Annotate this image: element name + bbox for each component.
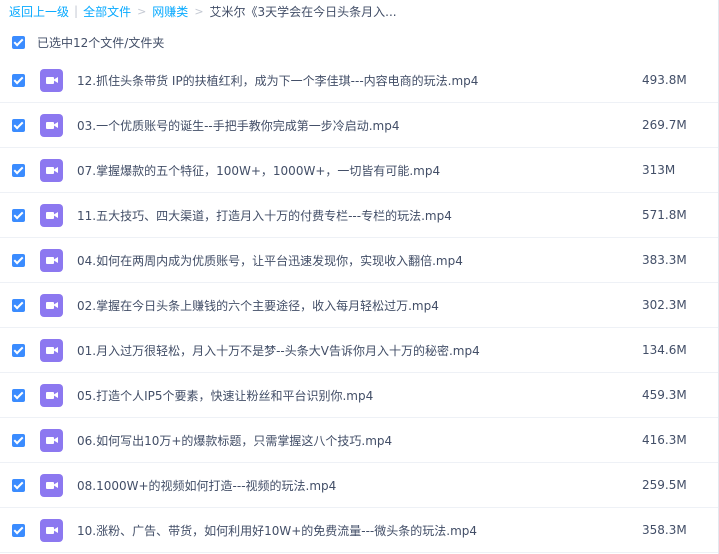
file-row[interactable]: 04.如何在两周内成为优质账号，让平台迅速发现你，实现收入翻倍.mp4 383.3… xyxy=(0,238,719,283)
file-checkbox[interactable] xyxy=(12,433,25,447)
file-size: 416.3M xyxy=(642,433,687,447)
file-checkbox[interactable] xyxy=(12,163,25,177)
file-name[interactable]: 01.月入过万很轻松，月入十万不是梦--头条大V告诉你月入十万的秘密.mp4 xyxy=(77,342,637,359)
file-list: 12.抓住头条带货 IP的扶植红利，成为下一个李佳琪---内容电商的玩法.mp4… xyxy=(0,58,719,553)
file-name[interactable]: 07.掌握爆款的五个特征，100W+，1000W+，一切皆有可能.mp4 xyxy=(77,162,637,179)
file-name[interactable]: 05.打造个人IP5个要素，快速让粉丝和平台识别你.mp4 xyxy=(77,387,637,404)
file-checkbox[interactable] xyxy=(12,73,25,87)
selection-count-text: 已选中12个文件/文件夹 xyxy=(37,35,165,50)
file-checkbox[interactable] xyxy=(12,298,25,312)
video-file-icon xyxy=(40,338,63,362)
file-size: 493.8M xyxy=(642,73,687,87)
file-row[interactable]: 03.一个优质账号的诞生--手把手教你完成第一步冷启动.mp4 269.7M xyxy=(0,103,719,148)
file-row[interactable]: 07.掌握爆款的五个特征，100W+，1000W+，一切皆有可能.mp4 313M xyxy=(0,148,719,193)
file-row[interactable]: 11.五大技巧、四大渠道，打造月入十万的付费专栏---专栏的玩法.mp4 571.… xyxy=(0,193,719,238)
file-row[interactable]: 10.涨粉、广告、带货，如何利用好10W+的免费流量---微头条的玩法.mp4 3… xyxy=(0,508,719,553)
file-row[interactable]: 02.掌握在今日头条上赚钱的六个主要途径，收入每月轻松过万.mp4 302.3M xyxy=(0,283,719,328)
file-size: 459.3M xyxy=(642,388,687,402)
video-file-icon xyxy=(40,383,63,407)
file-name[interactable]: 08.1000W+的视频如何打造---视频的玩法.mp4 xyxy=(77,477,637,494)
file-size: 571.8M xyxy=(642,208,687,222)
breadcrumb-folder[interactable]: 网赚类 xyxy=(152,3,188,20)
file-row[interactable]: 01.月入过万很轻松，月入十万不是梦--头条大V告诉你月入十万的秘密.mp4 13… xyxy=(0,328,719,373)
file-checkbox[interactable] xyxy=(12,118,25,132)
select-all-checkbox[interactable] xyxy=(12,35,25,49)
chevron-right-icon: > xyxy=(137,4,147,18)
file-row[interactable]: 06.如何写出10万+的爆款标题，只需掌握这八个技巧.mp4 416.3M xyxy=(0,418,719,463)
file-checkbox[interactable] xyxy=(12,253,25,267)
file-size: 302.3M xyxy=(642,298,687,312)
file-size: 269.7M xyxy=(642,118,687,132)
file-name[interactable]: 02.掌握在今日头条上赚钱的六个主要途径，收入每月轻松过万.mp4 xyxy=(77,297,637,314)
file-name[interactable]: 11.五大技巧、四大渠道，打造月入十万的付费专栏---专栏的玩法.mp4 xyxy=(77,207,637,224)
video-file-icon xyxy=(40,428,63,452)
video-file-icon xyxy=(40,293,63,317)
video-file-icon xyxy=(40,68,63,92)
file-name[interactable]: 03.一个优质账号的诞生--手把手教你完成第一步冷启动.mp4 xyxy=(77,117,637,134)
breadcrumb: 返回上一级 | 全部文件 > 网赚类 > 艾米尔《3天学会在今日头条月入... xyxy=(0,0,719,22)
file-size: 383.3M xyxy=(642,253,687,267)
file-row[interactable]: 12.抓住头条带货 IP的扶植红利，成为下一个李佳琪---内容电商的玩法.mp4… xyxy=(0,58,719,103)
back-link[interactable]: 返回上一级 xyxy=(9,3,69,20)
video-file-icon xyxy=(40,248,63,272)
video-file-icon xyxy=(40,158,63,182)
breadcrumb-all-files[interactable]: 全部文件 xyxy=(83,3,131,20)
file-checkbox[interactable] xyxy=(12,208,25,222)
file-name[interactable]: 12.抓住头条带货 IP的扶植红利，成为下一个李佳琪---内容电商的玩法.mp4 xyxy=(77,72,637,89)
file-size: 134.6M xyxy=(642,343,687,357)
file-name[interactable]: 04.如何在两周内成为优质账号，让平台迅速发现你，实现收入翻倍.mp4 xyxy=(77,252,637,269)
file-name[interactable]: 06.如何写出10万+的爆款标题，只需掌握这八个技巧.mp4 xyxy=(77,432,637,449)
file-checkbox[interactable] xyxy=(12,523,25,537)
breadcrumb-current: 艾米尔《3天学会在今日头条月入... xyxy=(209,4,397,19)
file-checkbox[interactable] xyxy=(12,478,25,492)
video-file-icon xyxy=(40,203,63,227)
chevron-right-icon: > xyxy=(194,4,204,18)
file-checkbox[interactable] xyxy=(12,388,25,402)
file-row[interactable]: 08.1000W+的视频如何打造---视频的玩法.mp4 259.5M xyxy=(0,463,719,508)
file-checkbox[interactable] xyxy=(12,343,25,357)
file-row[interactable]: 05.打造个人IP5个要素，快速让粉丝和平台识别你.mp4 459.3M xyxy=(0,373,719,418)
video-file-icon xyxy=(40,518,63,542)
selection-bar: 已选中12个文件/文件夹 xyxy=(0,31,719,53)
video-file-icon xyxy=(40,113,63,137)
file-size: 259.5M xyxy=(642,478,687,492)
file-size: 358.3M xyxy=(642,523,687,537)
file-name[interactable]: 10.涨粉、广告、带货，如何利用好10W+的免费流量---微头条的玩法.mp4 xyxy=(77,522,637,539)
breadcrumb-divider: | xyxy=(74,4,79,18)
video-file-icon xyxy=(40,473,63,497)
file-size: 313M xyxy=(642,163,676,177)
